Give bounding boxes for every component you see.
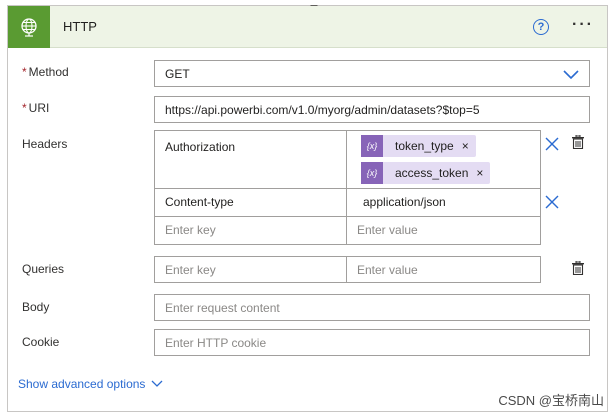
method-dropdown[interactable]: GET <box>154 60 590 87</box>
watermark: CSDN @宝桥南山 <box>498 393 604 408</box>
token-chip-access-token[interactable]: {x} access_token × <box>361 162 491 184</box>
uri-value: https://api.powerbi.com/v1.0/myorg/admin… <box>165 102 480 117</box>
method-value: GET <box>165 66 190 81</box>
header-value-authorization[interactable]: {x} token_type × {x} access_token × <box>346 130 541 189</box>
body-label: Body <box>22 300 50 314</box>
remove-token-icon[interactable]: × <box>462 139 476 153</box>
body-input[interactable]: Enter request content <box>154 294 590 321</box>
query-value-input[interactable]: Enter value <box>346 256 541 283</box>
header-key-content-type[interactable]: Content-type <box>154 188 347 217</box>
globe-icon <box>8 6 50 48</box>
expression-icon: {x} <box>361 135 383 157</box>
more-options-button[interactable]: ··· <box>572 16 594 34</box>
delete-row-icon[interactable] <box>545 137 559 151</box>
header-key-authorization[interactable]: Authorization <box>154 130 347 189</box>
trash-icon[interactable] <box>571 135 585 149</box>
queries-label: Queries <box>22 262 65 276</box>
uri-input[interactable]: https://api.powerbi.com/v1.0/myorg/admin… <box>154 96 590 123</box>
http-action-card: HTTP ? ··· * Method GET * URI https://api.… <box>7 5 608 412</box>
query-key-input[interactable]: Enter key <box>154 256 347 283</box>
method-label: * Method <box>22 65 69 79</box>
header-key-input[interactable]: Enter key <box>154 216 347 245</box>
expression-icon: {x} <box>361 162 383 184</box>
remove-token-icon[interactable]: × <box>476 166 490 180</box>
uri-label: * URI <box>22 101 50 115</box>
card-title: HTTP <box>63 19 97 34</box>
chevron-down-icon <box>151 380 163 387</box>
header-value-content-type[interactable]: application/json <box>346 188 541 217</box>
card-header[interactable]: HTTP ? ··· <box>8 6 607 48</box>
cookie-input[interactable]: Enter HTTP cookie <box>154 329 590 356</box>
show-advanced-options-link[interactable]: Show advanced options <box>18 377 163 391</box>
delete-row-icon[interactable] <box>545 195 559 209</box>
trash-icon[interactable] <box>571 261 585 275</box>
chevron-down-icon <box>563 70 579 80</box>
token-chip-token-type[interactable]: {x} token_type × <box>361 135 476 157</box>
help-button[interactable]: ? <box>533 19 549 35</box>
header-value-input[interactable]: Enter value <box>346 216 541 245</box>
cookie-label: Cookie <box>22 335 60 349</box>
headers-label: Headers <box>22 137 68 151</box>
